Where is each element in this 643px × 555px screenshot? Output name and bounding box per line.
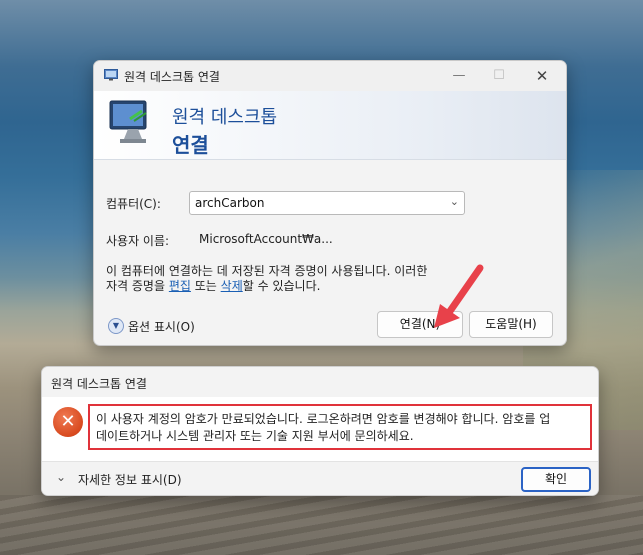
error-dialog: 원격 데스크톱 연결 ✕ 이 사용자 계정의 암호가 만료되었습니다. 로그온하… — [41, 366, 599, 496]
info-suffix: 할 수 있습니다. — [242, 279, 321, 293]
red-arrow-annotation — [434, 264, 484, 328]
show-options-toggle[interactable]: 옵션 표시(O) — [128, 318, 195, 335]
error-message-line1: 이 사용자 계정의 암호가 만료되었습니다. 로그온하려면 암호를 변경해야 합… — [96, 412, 551, 426]
error-icon: ✕ — [53, 407, 83, 437]
computer-label: 컴퓨터(C): — [106, 197, 161, 211]
user-label: 사용자 이름: — [106, 234, 170, 248]
user-value: MicrosoftAccount₩a... — [199, 232, 333, 246]
header-banner: 원격 데스크톱 연결 — [94, 91, 566, 160]
error-body: ✕ 이 사용자 계정의 암호가 만료되었습니다. 로그온하려면 암호를 변경해야… — [42, 397, 598, 461]
show-details-toggle[interactable]: 자세한 정보 표시(D) — [78, 471, 182, 488]
monitor-icon — [109, 100, 147, 143]
title-bar[interactable]: 원격 데스크톱 연결 — ☐ ✕ — [94, 61, 566, 91]
info-prefix: 자격 증명을 — [106, 279, 169, 293]
banner-title: 원격 데스크톱 — [172, 107, 278, 128]
computer-value: archCarbon — [195, 196, 265, 210]
window-title: 원격 데스크톱 연결 — [124, 70, 220, 84]
edit-link[interactable]: 편집 — [169, 279, 191, 293]
info-middle: 또는 — [190, 279, 221, 293]
maximize-button[interactable]: ☐ — [484, 65, 514, 87]
expand-options-icon[interactable]: ▼ — [108, 318, 124, 334]
minimize-button[interactable]: — — [444, 65, 474, 87]
chevron-down-icon[interactable]: ⌄ — [56, 470, 66, 484]
error-footer: ⌄ 자세한 정보 표시(D) 확인 — [42, 461, 598, 495]
error-message-highlight: 이 사용자 계정의 암호가 만료되었습니다. 로그온하려면 암호를 변경해야 합… — [88, 404, 592, 450]
error-title-bar[interactable]: 원격 데스크톱 연결 — [42, 367, 598, 397]
chevron-down-icon[interactable]: ⌄ — [450, 195, 459, 208]
credentials-info-line2: 자격 증명을 편집 또는 삭제할 수 있습니다. — [106, 277, 320, 294]
error-title: 원격 데스크톱 연결 — [51, 377, 147, 391]
close-button[interactable]: ✕ — [527, 65, 557, 87]
ok-button[interactable]: 확인 — [521, 467, 591, 492]
delete-link[interactable]: 삭제 — [221, 279, 243, 293]
remote-desktop-app-icon — [104, 69, 118, 81]
banner-subtitle: 연결 — [172, 133, 209, 157]
computer-combobox[interactable]: archCarbon ⌄ — [189, 191, 465, 215]
background-sand — [0, 495, 643, 555]
error-message-line2: 데이트하거나 시스템 관리자 또는 기술 지원 부서에 문의하세요. — [96, 429, 414, 443]
